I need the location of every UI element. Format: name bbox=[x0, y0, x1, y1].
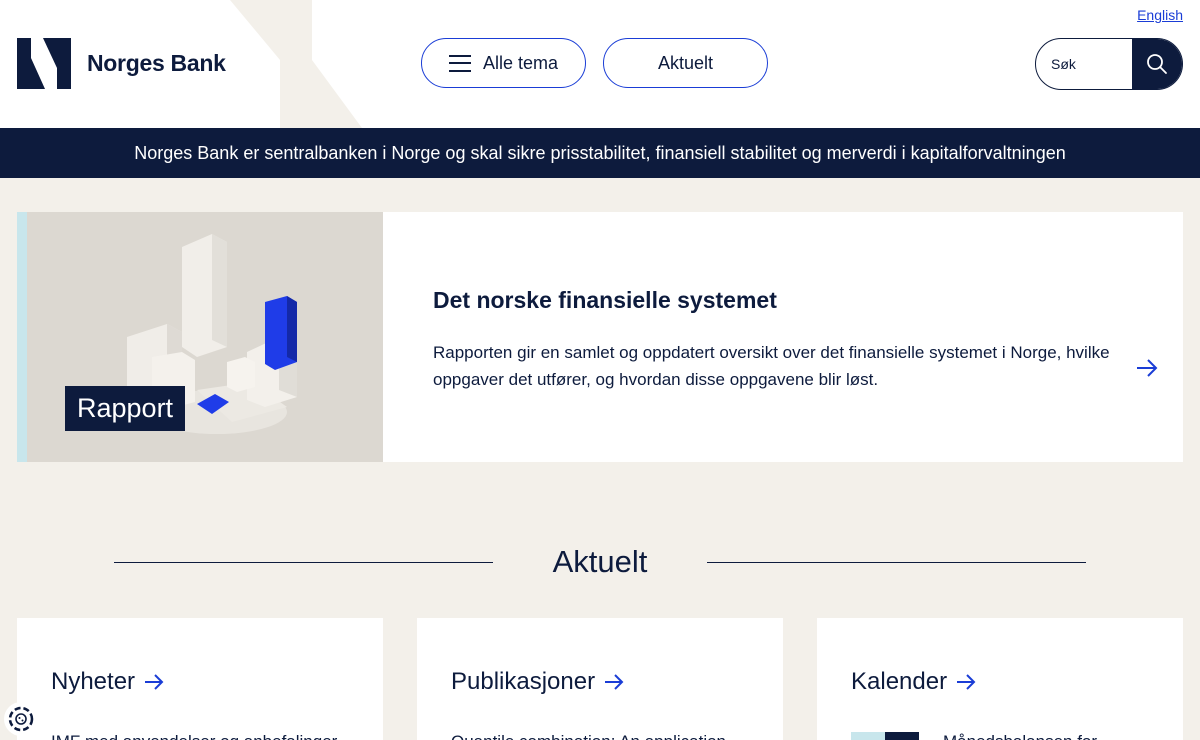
card-title-publications[interactable]: Publikasjoner bbox=[451, 668, 625, 696]
featured-report-card[interactable]: Rapport Det norske finansielle systemet … bbox=[17, 212, 1183, 462]
report-illustration: Rapport bbox=[17, 212, 383, 462]
feature-description: Rapporten gir en samlet og oppdatert ove… bbox=[433, 343, 1110, 389]
publications-card[interactable]: Publikasjoner Quantile combination: An a… bbox=[417, 618, 783, 740]
card-title-calendar[interactable]: Kalender bbox=[851, 668, 977, 696]
report-badge: Rapport bbox=[65, 386, 186, 431]
arrow-right-icon bbox=[957, 674, 976, 690]
arrow-right-icon bbox=[605, 674, 624, 690]
card-title-text: Kalender bbox=[851, 668, 948, 695]
hamburger-menu-icon bbox=[448, 54, 471, 72]
site-header: English Norges Bank Alle tema Aktuelt bbox=[0, 0, 1200, 128]
feature-title[interactable]: Det norske finansielle systemet bbox=[433, 287, 1183, 314]
calendar-card[interactable]: Kalender Månedsbalansen for bbox=[817, 618, 1183, 740]
card-snippet[interactable]: Quantile combination: An application bbox=[451, 732, 726, 740]
search-icon bbox=[1147, 54, 1167, 74]
card-snippet[interactable]: Månedsbalansen for bbox=[943, 732, 1097, 740]
tagline-text: Norges Bank er sentralbanken i Norge og … bbox=[134, 142, 1066, 163]
site-logo[interactable]: Norges Bank bbox=[17, 38, 226, 89]
all-topics-label: Alle tema bbox=[482, 52, 559, 73]
card-snippet[interactable]: IMF med anvendelser og anbefalinger bbox=[51, 732, 337, 740]
tagline-banner: Norges Bank er sentralbanken i Norge og … bbox=[0, 128, 1200, 178]
news-button-label: Aktuelt bbox=[657, 52, 714, 73]
norges-bank-logo-icon bbox=[17, 38, 71, 89]
search-form bbox=[1035, 38, 1183, 90]
card-title-text: Nyheter bbox=[51, 668, 136, 695]
news-card[interactable]: Nyheter IMF med anvendelser og anbefalin… bbox=[17, 618, 383, 740]
card-title-text: Publikasjoner bbox=[451, 668, 596, 695]
divider-left bbox=[114, 561, 493, 563]
search-input[interactable] bbox=[1036, 39, 1132, 89]
language-link[interactable]: English bbox=[1137, 7, 1183, 23]
cookie-settings-button[interactable] bbox=[4, 702, 38, 736]
logo-text: Norges Bank bbox=[87, 50, 226, 76]
card-title-news[interactable]: Nyheter bbox=[51, 668, 165, 696]
divider-right bbox=[707, 561, 1086, 563]
search-button[interactable] bbox=[1132, 39, 1182, 89]
cookie-icon bbox=[8, 706, 34, 732]
section-heading: Aktuelt bbox=[114, 540, 1086, 584]
calendar-thumbnail bbox=[851, 732, 919, 740]
section-title: Aktuelt bbox=[552, 544, 648, 579]
arrow-right-icon[interactable] bbox=[1135, 358, 1159, 378]
feature-content: Det norske finansielle systemet Rapporte… bbox=[383, 212, 1183, 462]
arrow-right-icon bbox=[145, 674, 164, 690]
all-topics-button[interactable]: Alle tema bbox=[421, 38, 586, 88]
news-button[interactable]: Aktuelt bbox=[603, 38, 768, 88]
